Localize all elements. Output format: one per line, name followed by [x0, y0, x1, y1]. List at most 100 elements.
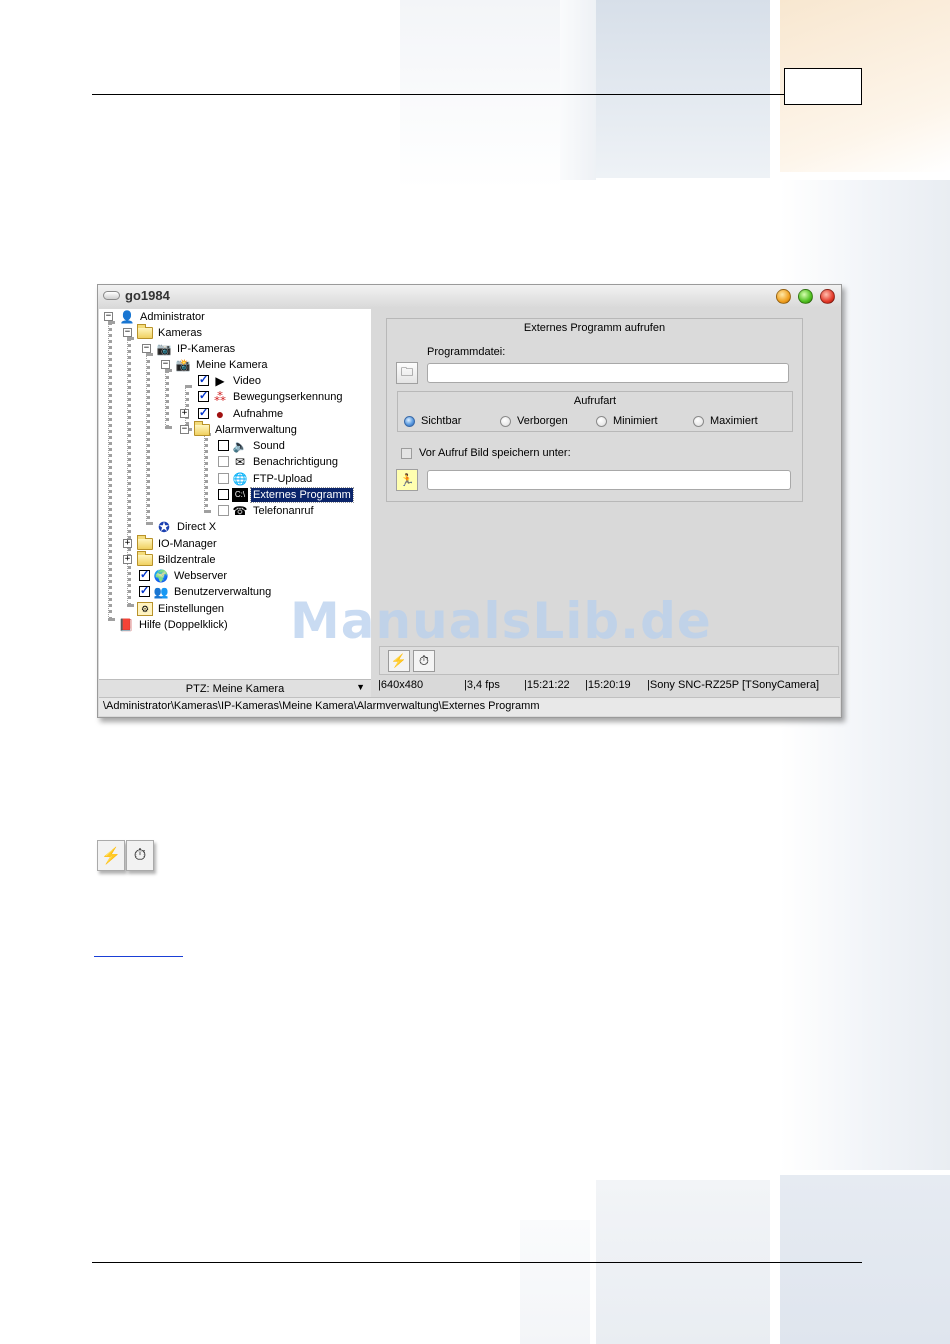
- expand-toggle[interactable]: +: [123, 539, 132, 548]
- window-title: go1984: [125, 288, 170, 303]
- toolbar-toggle-pill[interactable]: [103, 291, 120, 300]
- collapse-toggle[interactable]: −: [104, 312, 113, 321]
- collapse-toggle[interactable]: −: [161, 360, 170, 369]
- enable-checkbox[interactable]: [198, 406, 209, 419]
- camera-group-icon: 📷: [156, 341, 172, 356]
- save-image-input[interactable]: [427, 470, 791, 490]
- group-title: Externes Programm aufrufen: [523, 322, 666, 334]
- save-image-checkbox[interactable]: [401, 448, 412, 459]
- enable-checkbox[interactable]: [139, 568, 150, 581]
- status-resolution: |640x480: [378, 679, 424, 691]
- tree-line: [146, 353, 150, 525]
- timer-button[interactable]: ⏱: [413, 650, 435, 672]
- tree-item-aufnahme[interactable]: ● Aufnahme: [198, 406, 285, 421]
- motion-icon: ⁂: [214, 389, 226, 404]
- status-fps: |3,4 fps: [464, 679, 500, 691]
- background-block: [520, 1220, 590, 1344]
- tree-item-hilfe[interactable]: 📕 Hilfe (Doppelklick): [118, 617, 230, 632]
- enable-checkbox[interactable]: [218, 456, 229, 467]
- status-bar: |640x480 |3,4 fps |15:21:22 |15:20:19 |S…: [376, 677, 840, 695]
- collapse-toggle[interactable]: −: [142, 344, 151, 353]
- save-image-target-button[interactable]: 🏃: [396, 469, 418, 491]
- program-file-input[interactable]: [427, 363, 789, 383]
- ptz-selected-value: PTZ: Meine Kamera: [185, 682, 285, 695]
- enable-checkbox[interactable]: [218, 473, 229, 484]
- tree-item-administrator[interactable]: 👤 Administrator: [119, 309, 207, 324]
- tree-item-benutzerverwaltung[interactable]: 👥 Benutzerverwaltung: [139, 584, 273, 599]
- folder-icon: [137, 550, 153, 566]
- collapse-toggle[interactable]: −: [180, 425, 189, 434]
- folder-open-icon: [137, 323, 153, 339]
- globe-upload-icon: 🌐: [232, 471, 248, 486]
- tree-item-externes-programm[interactable]: C:\ Externes Programm: [218, 486, 354, 503]
- maximize-button[interactable]: [798, 289, 813, 304]
- page-number-box: [784, 68, 862, 105]
- tree-item-kameras[interactable]: Kameras: [137, 323, 204, 340]
- enable-checkbox[interactable]: [198, 373, 209, 386]
- tree-item-alarmverwaltung[interactable]: Alarmverwaltung: [194, 420, 299, 437]
- directx-icon: ✪: [158, 518, 170, 535]
- tree-item-sound[interactable]: 🔈 Sound: [218, 438, 287, 453]
- close-button[interactable]: [820, 289, 835, 304]
- tree-item-telefonanruf[interactable]: ☎ Telefonanruf: [218, 503, 316, 518]
- enable-checkbox[interactable]: [198, 389, 209, 402]
- tree-line: [108, 321, 112, 621]
- tree-item-bildzentrale[interactable]: Bildzentrale: [137, 550, 217, 567]
- hyperlink-underline[interactable]: [94, 956, 183, 957]
- camera-icon: 📸: [175, 357, 191, 372]
- enable-checkbox[interactable]: [218, 505, 229, 516]
- icon-pair-illustration: ⚡ ⏱: [97, 838, 157, 874]
- tree-item-ip-kameras[interactable]: 📷 IP-Kameras: [156, 341, 237, 356]
- minimize-button[interactable]: [776, 289, 791, 304]
- tree-item-einstellungen[interactable]: ⚙ Einstellungen: [137, 601, 226, 616]
- external-program-group: Externes Programm aufrufen Programmdatei…: [386, 318, 803, 502]
- expand-toggle[interactable]: +: [123, 555, 132, 564]
- folder-icon: 🗀: [400, 364, 413, 379]
- header-rule: [92, 94, 784, 95]
- background-block: [780, 1175, 950, 1344]
- globe-icon: 🌍: [153, 568, 169, 583]
- tree-item-bewegungserkennung[interactable]: ⁂ Bewegungserkennung: [198, 389, 344, 404]
- enable-checkbox[interactable]: [218, 440, 229, 451]
- radio-minimiert[interactable]: Minimiert: [596, 415, 658, 427]
- timer-button-large: ⏱: [126, 840, 154, 871]
- radio-dot: [500, 415, 511, 427]
- app-window: go1984 − 👤 Administrator − Kameras − 📷 I…: [97, 284, 842, 718]
- status-time-current: |15:21:22: [524, 679, 570, 691]
- action-toolbar: ⚡ ⏱: [379, 646, 839, 675]
- call-mode-title: Aufrufart: [573, 395, 617, 407]
- play-icon: ▶: [215, 373, 225, 388]
- program-file-label: Programmdatei:: [427, 346, 506, 358]
- radio-sichtbar[interactable]: Sichtbar: [404, 415, 461, 427]
- radio-verborgen[interactable]: Verborgen: [500, 415, 568, 427]
- status-time-last: |15:20:19: [585, 679, 631, 691]
- radio-maximiert[interactable]: Maximiert: [693, 415, 758, 427]
- tree-line: [165, 369, 169, 429]
- settings-icon: ⚙: [137, 601, 153, 616]
- lightning-button[interactable]: ⚡: [388, 650, 410, 672]
- expand-toggle[interactable]: +: [180, 409, 189, 418]
- tree-item-meine-kamera[interactable]: 📸 Meine Kamera: [175, 357, 270, 372]
- phone-icon: ☎: [232, 503, 248, 518]
- path-bar: \Administrator\Kameras\IP-Kameras\Meine …: [99, 697, 840, 716]
- watermark: ManualsLib.de: [290, 592, 712, 650]
- browse-folder-button[interactable]: 🗀: [396, 362, 418, 384]
- background-block: [400, 0, 560, 190]
- ptz-dropdown[interactable]: PTZ: Meine Kamera ▼: [99, 679, 371, 697]
- stopwatch-icon: ⏱: [133, 846, 147, 864]
- tree-item-benachrichtigung[interactable]: ✉ Benachrichtigung: [218, 454, 340, 469]
- lightning-icon: ⚡: [101, 847, 121, 865]
- tree-item-video[interactable]: ▶ Video: [198, 373, 263, 388]
- enable-checkbox[interactable]: [139, 584, 150, 597]
- chevron-down-icon: ▼: [356, 682, 365, 692]
- collapse-toggle[interactable]: −: [123, 328, 132, 337]
- tree-item-ftp-upload[interactable]: 🌐 FTP-Upload: [218, 471, 314, 486]
- footer-rule: [92, 1262, 862, 1263]
- tree-line: [204, 433, 208, 513]
- tree-item-webserver[interactable]: 🌍 Webserver: [139, 568, 229, 583]
- tree-item-io-manager[interactable]: IO-Manager: [137, 534, 219, 551]
- lightning-icon: ⚡: [390, 653, 408, 668]
- tree-item-direct-x[interactable]: ✪ Direct X: [156, 519, 218, 534]
- title-bar: go1984: [98, 285, 841, 307]
- enable-checkbox[interactable]: [218, 489, 229, 500]
